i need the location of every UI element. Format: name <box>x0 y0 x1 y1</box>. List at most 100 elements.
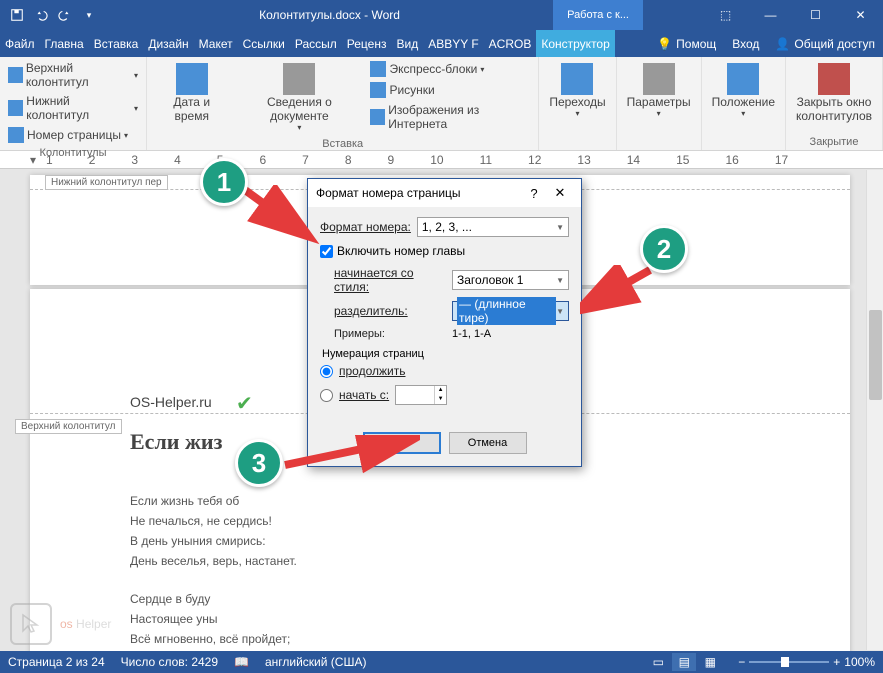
format-label: Формат номера: <box>320 220 411 234</box>
zoom-control[interactable]: − + 100% <box>738 655 875 669</box>
view-print-icon[interactable]: ▤ <box>672 653 696 671</box>
view-read-icon[interactable]: ▭ <box>646 653 670 671</box>
continue-label: продолжить <box>339 364 405 378</box>
blocks-icon <box>370 61 386 77</box>
annotation-1: 1 <box>200 158 248 206</box>
status-language[interactable]: английский (США) <box>265 655 366 669</box>
zoom-slider[interactable] <box>749 661 829 663</box>
ribbon-group-position: Положение▾ <box>702 57 786 150</box>
header-text[interactable]: OS-Helper.ru <box>130 394 212 410</box>
chapter-style-select[interactable]: Заголовок 1▼ <box>452 270 569 290</box>
tab-home[interactable]: Главна <box>40 30 89 57</box>
calendar-icon <box>176 63 208 95</box>
undo-icon[interactable] <box>30 4 52 26</box>
status-page[interactable]: Страница 2 из 24 <box>8 655 105 669</box>
horizontal-ruler[interactable]: ▾ 1234567891011121314151617 <box>0 151 883 169</box>
examples-label: Примеры: <box>334 328 446 340</box>
cancel-button[interactable]: Отмена <box>449 432 527 454</box>
start-at-spinner[interactable]: ▲▼ <box>395 385 447 405</box>
transitions-button[interactable]: Переходы▾ <box>543 59 611 122</box>
tab-view[interactable]: Вид <box>391 30 423 57</box>
save-icon[interactable] <box>6 4 28 26</box>
date-time-button[interactable]: Дата и время <box>151 59 232 127</box>
doc-paragraph-1: Если жизнь тебя об Не печалься, не серди… <box>130 491 297 571</box>
tab-references[interactable]: Ссылки <box>238 30 290 57</box>
ribbon-group-close: Закрыть окно колонтитулов Закрытие <box>786 57 883 150</box>
context-tab-label: Работа с к... <box>553 0 643 30</box>
tab-design[interactable]: Дизайн <box>143 30 193 57</box>
status-wordcount[interactable]: Число слов: 2429 <box>121 655 218 669</box>
page-number-button[interactable]: Номер страницы▾ <box>4 125 142 145</box>
window-controls: ⬚ — ☐ ✕ <box>703 0 883 30</box>
doc-heading: Если жиз <box>130 429 222 455</box>
position-icon <box>727 63 759 95</box>
spellcheck-icon[interactable]: 📖 <box>234 655 249 669</box>
online-pictures-button[interactable]: Изображения из Интернета <box>366 101 534 133</box>
footer-tag: Нижний колонтитул пер <box>45 175 168 190</box>
chevron-down-icon: ▼ <box>556 276 564 285</box>
globe-icon <box>370 109 385 125</box>
tell-me[interactable]: 💡Помощ <box>649 30 724 57</box>
tab-constructor[interactable]: Конструктор <box>536 30 614 57</box>
number-format-select[interactable]: 1, 2, 3, ...▼ <box>417 217 569 237</box>
ribbon-tabs: Файл Главна Вставка Дизайн Макет Ссылки … <box>0 30 883 57</box>
tab-review[interactable]: Реценз <box>342 30 392 57</box>
page-number-format-dialog: Формат номера страницы ? ✕ Формат номера… <box>307 178 582 467</box>
document-icon <box>283 63 315 95</box>
start-at-input[interactable] <box>396 386 434 404</box>
status-bar: Страница 2 из 24 Число слов: 2429 📖 англ… <box>0 651 883 673</box>
tab-acrobat[interactable]: ACROB <box>484 30 537 57</box>
spinner-up-icon[interactable]: ▲ <box>434 386 446 395</box>
doc-info-button[interactable]: Сведения о документе▾ <box>234 59 364 136</box>
zoom-out-icon[interactable]: − <box>738 655 745 669</box>
footer-icon <box>8 100 23 116</box>
dialog-close-button[interactable]: ✕ <box>547 185 573 201</box>
os-helper-watermark: os Helper <box>10 603 111 645</box>
scrollbar-thumb[interactable] <box>869 310 882 400</box>
position-button[interactable]: Положение▾ <box>706 59 781 122</box>
view-web-icon[interactable]: ▦ <box>698 653 722 671</box>
close-x-icon <box>818 63 850 95</box>
signin-link[interactable]: Вход <box>724 30 767 57</box>
redo-icon[interactable] <box>54 4 76 26</box>
start-at-radio[interactable] <box>320 389 333 402</box>
zoom-in-icon[interactable]: + <box>833 655 840 669</box>
include-chapter-checkbox[interactable] <box>320 245 333 258</box>
vertical-scrollbar[interactable] <box>866 170 883 650</box>
annotation-2: 2 <box>640 225 688 273</box>
ribbon-group-headers: Верхний колонтитул▾ Нижний колонтитул▾ Н… <box>0 57 147 150</box>
dialog-help-button[interactable]: ? <box>521 186 547 201</box>
tab-mailings[interactable]: Рассыл <box>290 30 342 57</box>
close-button[interactable]: ✕ <box>838 0 883 30</box>
tab-insert[interactable]: Вставка <box>89 30 144 57</box>
tab-file[interactable]: Файл <box>0 30 40 57</box>
minimize-button[interactable]: — <box>748 0 793 30</box>
separator-select[interactable]: — (длинное тире)▼ <box>452 301 569 321</box>
pictures-button[interactable]: Рисунки <box>366 80 534 100</box>
header-button[interactable]: Верхний колонтитул▾ <box>4 59 142 91</box>
share-button[interactable]: 👤Общий доступ <box>767 30 883 57</box>
picture-icon <box>370 82 386 98</box>
document-title: Колонтитулы.docx - Word <box>106 8 553 22</box>
doc-paragraph-2: Сердце в буду Настоящее уны Всё мгновенн… <box>130 589 290 651</box>
quick-parts-button[interactable]: Экспресс-блоки▾ <box>366 59 534 79</box>
tab-layout[interactable]: Макет <box>194 30 238 57</box>
tab-abbyy[interactable]: ABBYY F <box>423 30 483 57</box>
ribbon-group-insert: Дата и время Сведения о документе▾ Экспр… <box>147 57 539 150</box>
maximize-button[interactable]: ☐ <box>793 0 838 30</box>
continue-radio[interactable] <box>320 365 333 378</box>
lightbulb-icon: 💡 <box>657 37 672 51</box>
examples-value: 1-1, 1-A <box>452 328 491 340</box>
ribbon-options-icon[interactable]: ⬚ <box>703 0 748 30</box>
options-icon <box>643 63 675 95</box>
qat-customize-icon[interactable]: ▾ <box>78 4 100 26</box>
transitions-icon <box>561 63 593 95</box>
parameters-button[interactable]: Параметры▾ <box>621 59 697 122</box>
ribbon-group-nav: Переходы▾ <box>539 57 616 150</box>
header-tag: Верхний колонтитул <box>15 419 122 434</box>
footer-button[interactable]: Нижний колонтитул▾ <box>4 92 142 124</box>
spinner-down-icon[interactable]: ▼ <box>434 395 446 404</box>
annotation-arrow-3 <box>280 435 420 475</box>
zoom-level[interactable]: 100% <box>844 655 875 669</box>
close-header-footer-button[interactable]: Закрыть окно колонтитулов <box>790 59 878 127</box>
